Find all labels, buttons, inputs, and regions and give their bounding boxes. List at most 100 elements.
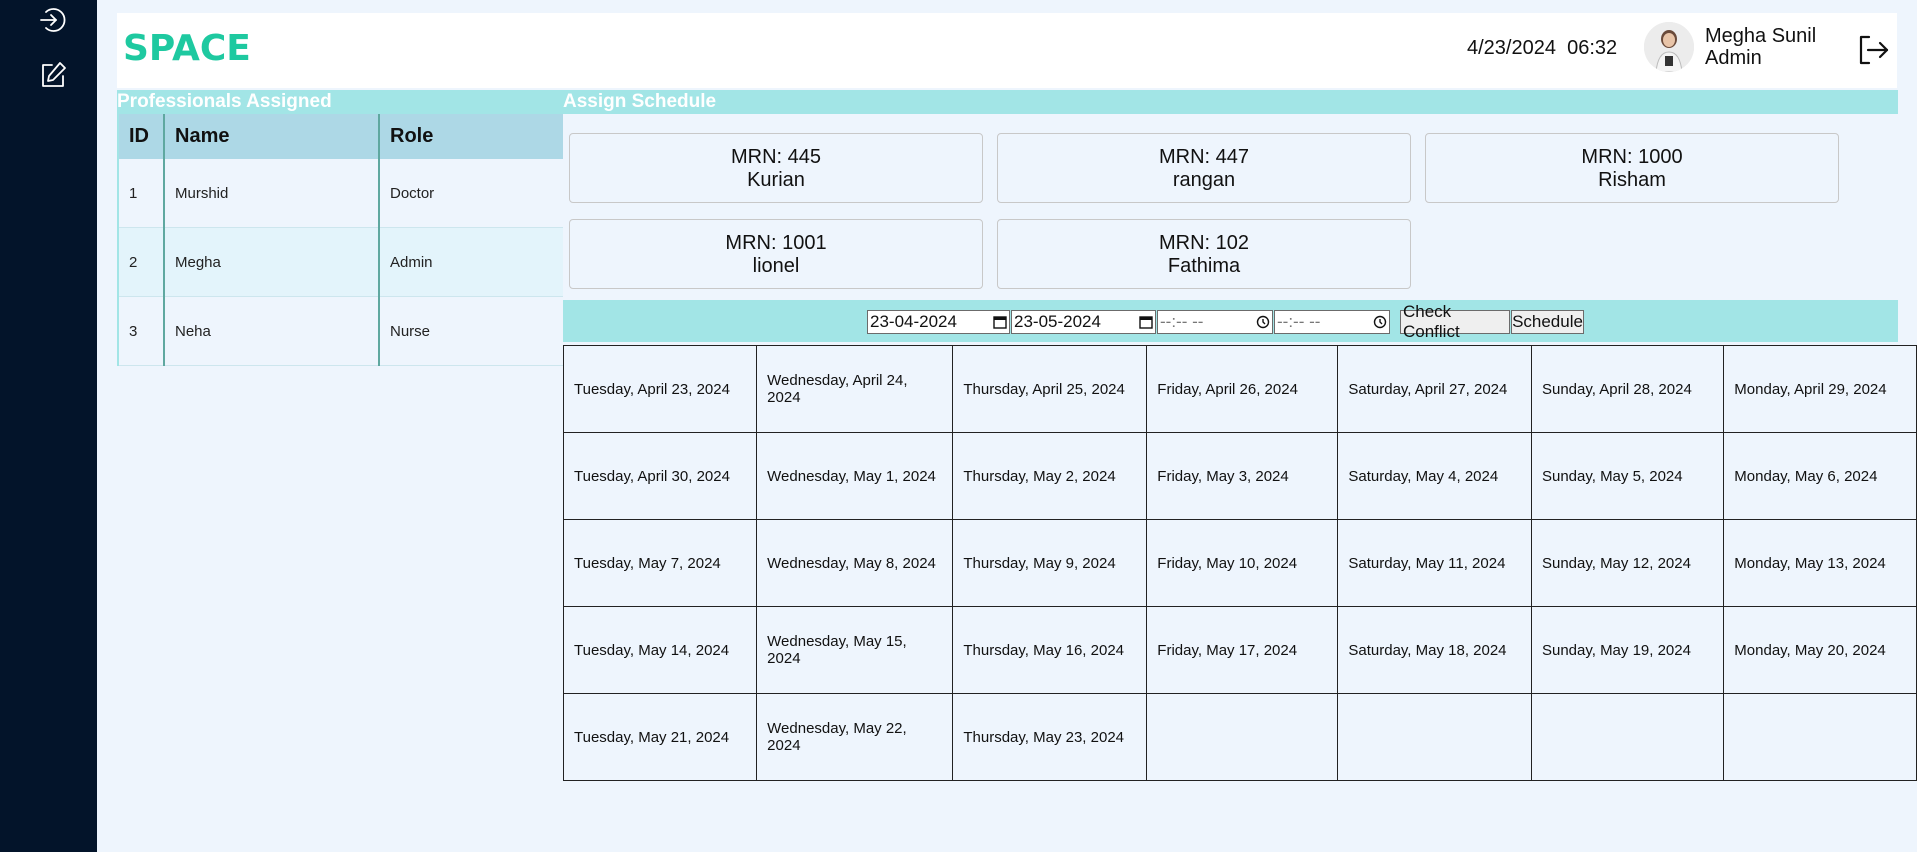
- professionals-title: Professionals Assigned: [117, 90, 563, 114]
- calendar-day[interactable]: Friday, April 26, 2024: [1146, 345, 1339, 433]
- calendar-day[interactable]: Wednesday, May 22, 2024: [756, 693, 954, 781]
- assign-schedule-title: Assign Schedule: [563, 90, 1898, 114]
- clock-icon[interactable]: [1256, 315, 1270, 329]
- patient-name: Fathima: [1167, 255, 1241, 277]
- column-header-role: Role: [379, 114, 563, 159]
- check-conflict-button[interactable]: Check Conflict: [1400, 302, 1510, 341]
- logout-icon[interactable]: [1855, 32, 1891, 68]
- calendar-week-row: Tuesday, May 21, 2024 Wednesday, May 22,…: [562, 693, 1917, 781]
- calendar-week-row: Tuesday, May 14, 2024 Wednesday, May 15,…: [562, 606, 1917, 694]
- patient-mrn: MRN: 102: [1158, 232, 1250, 254]
- schedule-button[interactable]: Schedule: [1511, 310, 1584, 334]
- end-time-input[interactable]: --:-- --: [1274, 310, 1390, 334]
- calendar-day[interactable]: Thursday, May 23, 2024: [952, 693, 1148, 781]
- calendar-day-empty: [1337, 693, 1532, 781]
- login-icon[interactable]: [36, 3, 70, 37]
- calendar-day[interactable]: Sunday, May 19, 2024: [1530, 606, 1725, 694]
- cell-role: Doctor: [379, 159, 563, 228]
- calendar-day[interactable]: Saturday, May 4, 2024: [1337, 432, 1532, 520]
- patient-mrn: MRN: 447: [1158, 146, 1250, 168]
- calendar-day-empty: [1530, 693, 1725, 781]
- calendar-day[interactable]: Saturday, May 11, 2024: [1337, 519, 1532, 607]
- calendar-icon[interactable]: [993, 315, 1007, 329]
- calendar-day[interactable]: Tuesday, April 23, 2024: [562, 345, 758, 433]
- cell-role: Admin: [379, 227, 563, 297]
- calendar-day[interactable]: Thursday, May 9, 2024: [952, 519, 1148, 607]
- calendar-day[interactable]: Monday, May 6, 2024: [1723, 432, 1917, 520]
- current-datetime: 4/23/2024 06:32: [1467, 37, 1617, 60]
- table-row[interactable]: 1 Murshid Doctor: [118, 159, 563, 228]
- calendar-day[interactable]: Wednesday, May 15, 2024: [756, 606, 954, 694]
- column-header-id: ID: [118, 114, 165, 159]
- patient-card[interactable]: MRN: 447 rangan: [997, 133, 1411, 203]
- calendar-day-empty: [1146, 693, 1339, 781]
- calendar-day[interactable]: Monday, May 20, 2024: [1723, 606, 1917, 694]
- calendar-day[interactable]: Wednesday, May 1, 2024: [756, 432, 954, 520]
- calendar-day[interactable]: Sunday, May 12, 2024: [1530, 519, 1725, 607]
- table-row[interactable]: 2 Megha Admin: [118, 227, 563, 297]
- calendar-day-empty: [1723, 693, 1917, 781]
- start-time-input[interactable]: --:-- --: [1157, 310, 1273, 334]
- patient-name: rangan: [1172, 169, 1236, 191]
- svg-text:SPACE: SPACE: [123, 29, 251, 65]
- cell-name: Megha: [164, 227, 380, 297]
- calendar-week-row: Tuesday, April 23, 2024 Wednesday, April…: [562, 345, 1917, 433]
- end-date-input[interactable]: 23-05-2024: [1011, 310, 1156, 334]
- column-header-name: Name: [164, 114, 380, 159]
- patient-card[interactable]: MRN: 102 Fathima: [997, 219, 1411, 289]
- calendar-week-row: Tuesday, May 7, 2024 Wednesday, May 8, 2…: [562, 519, 1917, 607]
- calendar-day[interactable]: Friday, May 17, 2024: [1146, 606, 1339, 694]
- calendar-icon[interactable]: [1139, 315, 1153, 329]
- table-row[interactable]: 3 Neha Nurse: [118, 296, 563, 366]
- calendar-day[interactable]: Tuesday, May 21, 2024: [562, 693, 758, 781]
- patient-mrn: MRN: 445: [730, 146, 822, 168]
- patient-mrn: MRN: 1000: [1581, 146, 1683, 168]
- current-time: 06:32: [1567, 37, 1618, 59]
- app-logo: SPACE: [123, 28, 258, 70]
- header: SPACE 4/23/2024 06:32 Megha Sunil Admin: [117, 13, 1897, 88]
- calendar-day[interactable]: Tuesday, May 14, 2024: [562, 606, 758, 694]
- schedule-calendar: Tuesday, April 23, 2024 Wednesday, April…: [562, 345, 1917, 781]
- clock-icon[interactable]: [1373, 315, 1387, 329]
- calendar-day[interactable]: Thursday, May 16, 2024: [952, 606, 1148, 694]
- cell-id: 3: [118, 296, 165, 366]
- start-date-input[interactable]: 23-04-2024: [867, 310, 1010, 334]
- patient-card[interactable]: MRN: 1000 Risham: [1425, 133, 1839, 203]
- sidebar: [0, 0, 97, 852]
- calendar-day[interactable]: Monday, April 29, 2024: [1723, 345, 1917, 433]
- cell-name: Neha: [164, 296, 380, 366]
- calendar-week-row: Tuesday, April 30, 2024 Wednesday, May 1…: [562, 432, 1917, 520]
- patient-name: Risham: [1598, 169, 1666, 191]
- user-info: Megha Sunil Admin: [1705, 25, 1816, 69]
- user-role: Admin: [1705, 47, 1762, 69]
- patient-card[interactable]: MRN: 445 Kurian: [569, 133, 983, 203]
- professionals-table: ID Name Role 1 Murshid Doctor 2 Megha Ad…: [117, 114, 563, 366]
- calendar-day[interactable]: Thursday, May 2, 2024: [952, 432, 1148, 520]
- edit-icon[interactable]: [36, 58, 70, 92]
- schedule-controls: 23-04-2024 23-05-2024 --:-- -- --:-- -- …: [563, 300, 1898, 342]
- user-name: Megha Sunil: [1705, 25, 1817, 47]
- calendar-day[interactable]: Monday, May 13, 2024: [1723, 519, 1917, 607]
- cell-id: 1: [118, 159, 165, 228]
- calendar-day[interactable]: Saturday, May 18, 2024: [1337, 606, 1532, 694]
- calendar-day[interactable]: Friday, May 10, 2024: [1146, 519, 1339, 607]
- calendar-day[interactable]: Thursday, April 25, 2024: [952, 345, 1148, 433]
- patient-card[interactable]: MRN: 1001 lionel: [569, 219, 983, 289]
- calendar-day[interactable]: Friday, May 3, 2024: [1146, 432, 1339, 520]
- calendar-day[interactable]: Tuesday, April 30, 2024: [562, 432, 758, 520]
- avatar[interactable]: [1644, 22, 1694, 72]
- calendar-day[interactable]: Wednesday, April 24, 2024: [756, 345, 954, 433]
- calendar-day[interactable]: Saturday, April 27, 2024: [1337, 345, 1532, 433]
- cell-name: Murshid: [164, 159, 380, 228]
- table-header-row: ID Name Role: [118, 114, 563, 159]
- patient-mrn: MRN: 1001: [725, 232, 827, 254]
- current-date: 4/23/2024: [1467, 37, 1556, 59]
- cell-id: 2: [118, 227, 165, 297]
- calendar-day[interactable]: Tuesday, May 7, 2024: [562, 519, 758, 607]
- calendar-day[interactable]: Wednesday, May 8, 2024: [756, 519, 954, 607]
- patient-name: Kurian: [747, 169, 805, 191]
- calendar-day[interactable]: Sunday, May 5, 2024: [1530, 432, 1725, 520]
- patient-name: lionel: [752, 255, 800, 277]
- calendar-day[interactable]: Sunday, April 28, 2024: [1530, 345, 1725, 433]
- cell-role: Nurse: [379, 296, 563, 366]
